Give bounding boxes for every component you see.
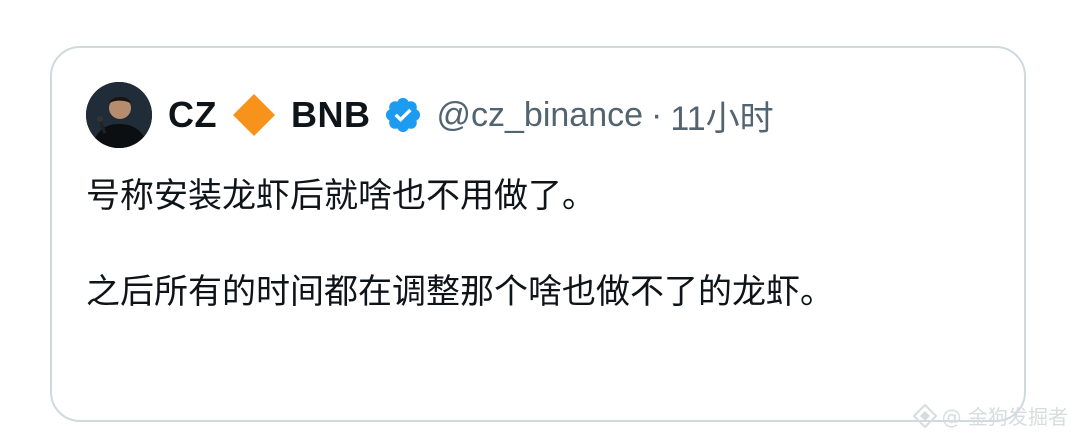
author-name-second[interactable]: BNB <box>291 94 371 136</box>
watermark-text: @ 金狗发掘者 <box>941 405 1068 429</box>
tweet-timestamp[interactable]: 11小时 <box>670 91 773 140</box>
verified-badge-icon <box>385 97 420 133</box>
author-handle[interactable]: @cz_binance <box>437 96 644 135</box>
tweet-header: CZ BNB @cz_binance · 11小时 <box>86 82 774 148</box>
orange-diamond-icon <box>233 94 275 136</box>
tweet-paragraph-2: 之后所有的时间都在调整那个啥也做不了的龙虾。 <box>86 272 834 312</box>
watermark: @ 金狗发掘者 <box>912 401 1068 430</box>
diamond-logo-icon <box>912 403 938 428</box>
avatar[interactable] <box>86 82 152 148</box>
tweet-paragraph-1: 号称安装龙虾后就啥也不用做了。 <box>86 176 596 216</box>
separator-dot: · <box>651 95 663 134</box>
tweet-card[interactable]: CZ BNB @cz_binance · 11小时 号称安装龙虾后就啥也不用做了… <box>50 46 1026 422</box>
author-name-first[interactable]: CZ <box>168 94 217 136</box>
tweet-body: 号称安装龙虾后就啥也不用做了。 之后所有的时间都在调整那个啥也做不了的龙虾。 <box>86 172 956 316</box>
